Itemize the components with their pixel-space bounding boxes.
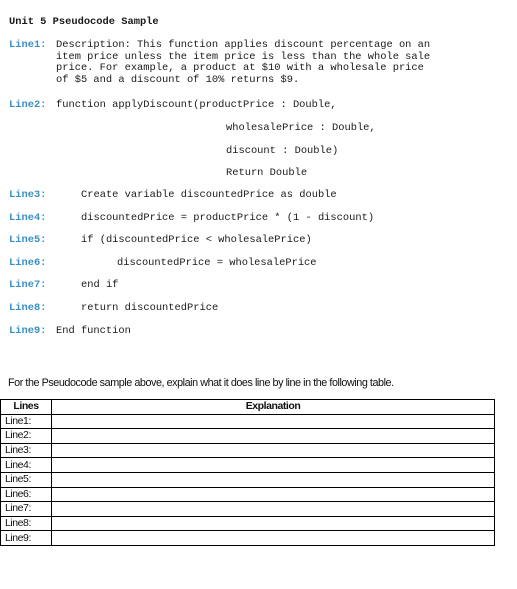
pseudocode-line4-label: Line4:	[9, 212, 47, 224]
row-line-label: Line8:	[0, 515, 52, 532]
pseudocode-line2-return-type: Return Double	[226, 167, 308, 179]
pseudocode-line8-label: Line8:	[9, 302, 47, 314]
row-explanation-cell[interactable]	[51, 428, 495, 444]
row-line-label: Line1:	[0, 413, 52, 430]
pseudocode-line7-text: end if	[81, 279, 119, 291]
table-header-row: Lines Explanation	[0, 399, 495, 415]
row-explanation-cell[interactable]	[51, 515, 495, 532]
pseudocode-line5-label: Line5:	[9, 234, 47, 246]
pseudocode-line2-label: Line2:	[9, 99, 47, 111]
pseudocode-line4-text: discountedPrice = productPrice * (1 - di…	[81, 212, 375, 224]
pseudocode-line2-param-discount: discount : Double)	[226, 145, 339, 157]
table-row: Line2:	[0, 428, 495, 444]
pseudocode-line1-label: Line1:	[9, 39, 47, 51]
row-explanation-cell[interactable]	[51, 457, 495, 473]
pseudocode-line2-text: function applyDiscount(productPrice : Do…	[56, 99, 337, 111]
row-line-label: Line5:	[0, 471, 52, 488]
explanation-table: Lines Explanation Line1: Line2: Line3: L…	[0, 399, 495, 546]
pseudocode-line9-label: Line9:	[9, 325, 47, 337]
row-explanation-cell[interactable]	[51, 501, 495, 517]
row-explanation-cell[interactable]	[51, 486, 495, 503]
row-explanation-cell[interactable]	[51, 442, 495, 459]
pseudocode-line1-description: Description: This function applies disco…	[56, 39, 431, 86]
table-row: Line7:	[0, 501, 495, 517]
table-row: Line6:	[0, 486, 495, 503]
row-line-label: Line4:	[0, 457, 52, 473]
pseudocode-line8-text: return discountedPrice	[81, 302, 219, 314]
table-row: Line1:	[0, 413, 495, 430]
pseudocode-line5-text: if (discountedPrice < wholesalePrice)	[81, 234, 312, 246]
pseudocode-line3-label: Line3:	[9, 189, 47, 201]
pseudocode-line6-label: Line6:	[9, 257, 47, 269]
table-row: Line9:	[0, 530, 495, 546]
row-line-label: Line7:	[0, 501, 52, 517]
row-line-label: Line2:	[0, 428, 52, 444]
row-line-label: Line3:	[0, 442, 52, 459]
header-lines: Lines	[0, 399, 52, 415]
instruction-text: For the Pseudocode sample above, explain…	[8, 377, 394, 389]
row-line-label: Line6:	[0, 486, 52, 503]
table-row: Line5:	[0, 471, 495, 488]
table-row: Line4:	[0, 457, 495, 473]
row-explanation-cell[interactable]	[51, 413, 495, 430]
table-row: Line8:	[0, 515, 495, 532]
row-explanation-cell[interactable]	[51, 530, 495, 546]
table-row: Line3:	[0, 442, 495, 459]
pseudocode-line9-text: End function	[56, 325, 131, 337]
pseudocode-line2-param-wholesale: wholesalePrice : Double,	[226, 122, 376, 134]
row-line-label: Line9:	[0, 530, 52, 546]
pseudocode-line7-label: Line7:	[9, 279, 47, 291]
pseudocode-line6-text: discountedPrice = wholesalePrice	[117, 257, 317, 269]
document-title: Unit 5 Pseudocode Sample	[9, 16, 159, 28]
header-explanation: Explanation	[51, 399, 495, 415]
pseudocode-line3-text: Create variable discountedPrice as doubl…	[81, 189, 337, 201]
row-explanation-cell[interactable]	[51, 471, 495, 488]
